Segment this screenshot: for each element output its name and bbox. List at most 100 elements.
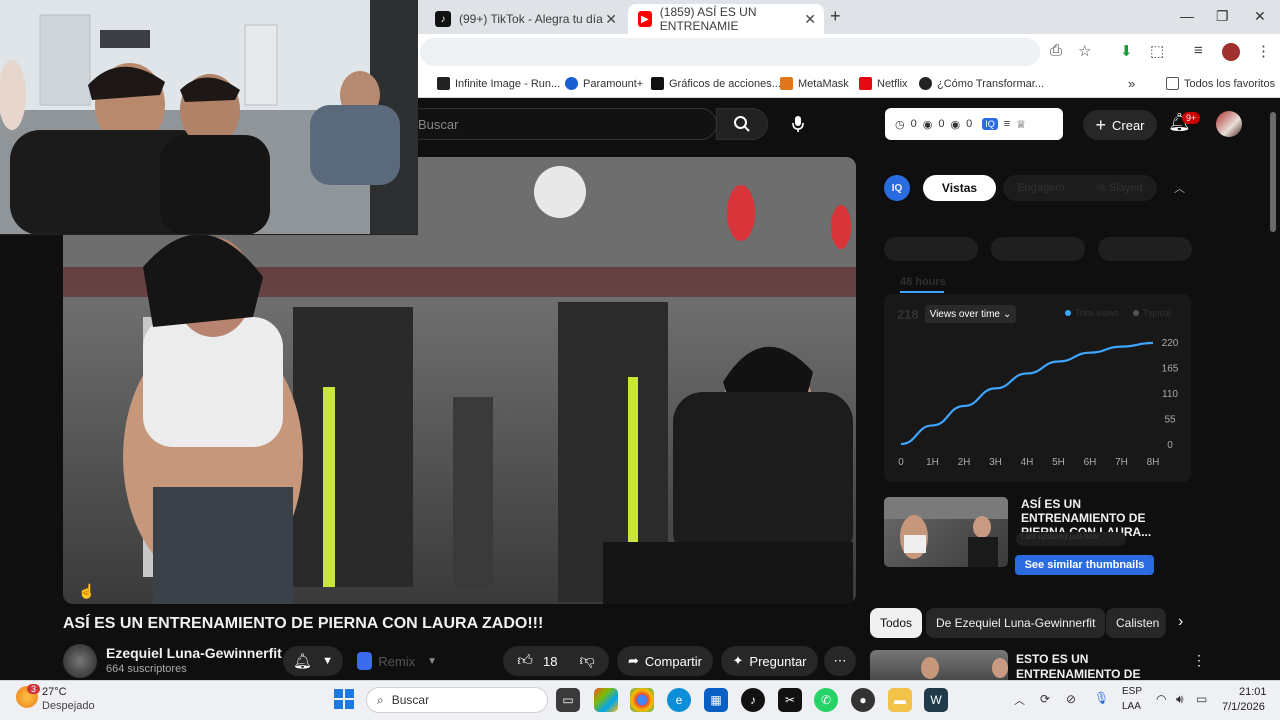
capcut-icon[interactable]: ✂ (778, 688, 802, 712)
voice-search-button[interactable] (782, 108, 814, 140)
list-icon[interactable]: ≡ (1004, 118, 1010, 130)
create-button[interactable]: + Crear (1083, 110, 1157, 140)
tiktok-app-icon[interactable]: ♪ (741, 688, 765, 712)
video-title: ASÍ ES UN ENTRENAMIENTO DE PIERNA CON LA… (63, 615, 544, 632)
x-tick-label: 7H (1115, 457, 1128, 468)
chevron-right-icon[interactable]: › (1178, 613, 1183, 631)
waves-app-icon[interactable]: W (924, 688, 948, 712)
cursor-icon: ☝ (78, 583, 96, 599)
weather-desc[interactable]: Despejado (42, 700, 95, 712)
tab-vistas[interactable]: Vistas (923, 175, 996, 201)
recommended-thumbnail[interactable] (870, 650, 1008, 680)
y-tick-label: 55 (1164, 415, 1176, 426)
close-tab-icon[interactable]: ✕ (605, 11, 617, 28)
similar-thumbnail[interactable] (884, 497, 1008, 567)
period-tab[interactable]: 48 hours (900, 276, 946, 288)
more-actions-button[interactable]: ⋯ (824, 646, 856, 676)
account-avatar[interactable] (1216, 111, 1242, 137)
collapse-chevron-icon[interactable]: ︿ (1174, 180, 1185, 196)
search-input[interactable]: Buscar (405, 108, 717, 140)
all-bookmarks-button[interactable]: Todos los favoritos (1166, 77, 1275, 90)
close-window-button[interactable]: ✕ (1254, 8, 1266, 25)
copilot-icon[interactable] (594, 688, 618, 712)
file-explorer-icon[interactable]: ▬ (888, 688, 912, 712)
more-bookmarks-button[interactable]: » (1128, 76, 1135, 91)
share-button[interactable]: ➦ Compartir (617, 646, 713, 676)
install-icon[interactable]: ⎙ (1050, 42, 1062, 59)
start-button[interactable] (334, 689, 354, 709)
address-bar[interactable] (420, 38, 1040, 66)
tab-slayed[interactable]: % Slayed (1096, 182, 1142, 194)
dislike-icon[interactable]: 👎︎ (579, 652, 594, 670)
new-tab-button[interactable]: + (830, 6, 841, 27)
channel-name[interactable]: Ezequiel Luna-Gewinnerfit (106, 645, 282, 661)
bookmark-item[interactable]: Paramount+ (565, 77, 643, 90)
chip-calistenia[interactable]: Calisten (1106, 608, 1166, 638)
chevron-down-icon: ▼ (427, 655, 437, 667)
clock-time[interactable]: 21:01 (1239, 686, 1267, 698)
chevron-up-icon[interactable]: ︿ (1014, 692, 1025, 708)
thumbnail-image (921, 657, 1008, 679)
recommended-menu-icon[interactable]: ⋮ (1192, 652, 1206, 669)
tab-engagement[interactable]: Engagem. (1017, 182, 1067, 194)
store-icon[interactable]: ▦ (704, 688, 728, 712)
similar-thumbnails-button[interactable]: See similar thumbnails (1015, 555, 1154, 575)
stats-extension-widget[interactable]: ◷ 0 ◉ 0 ◉ 0 IQ ≡ ♕ (885, 108, 1063, 140)
restore-button[interactable]: ❐ (1216, 8, 1229, 25)
bookmark-label: Netflix (877, 77, 908, 90)
bookmark-item[interactable]: MetaMask (780, 77, 849, 90)
bookmark-item[interactable]: Gráficos de acciones... (651, 77, 781, 90)
wifi-icon[interactable]: ◠ (1156, 692, 1166, 706)
chip-channel[interactable]: De Ezequiel Luna-Gewinnerfit (926, 608, 1106, 638)
language-primary[interactable]: ESP (1122, 686, 1142, 697)
profile-icon[interactable] (1222, 43, 1240, 61)
tab-tiktok[interactable]: ♪ (99+) TikTok - Alegra tu día ✕ (425, 4, 625, 34)
bookmark-label: ¿Cómo Transformar... (937, 77, 1044, 90)
battery-icon[interactable]: ▭ (1196, 692, 1207, 706)
ask-button[interactable]: ✦ Preguntar (721, 646, 818, 676)
x-tick-label: 3H (989, 457, 1002, 468)
reading-list-icon[interactable]: ≡ (1194, 42, 1203, 59)
bookmark-favicon (437, 77, 450, 90)
bookmark-item[interactable]: Netflix (859, 77, 908, 90)
plus-icon: + (1095, 114, 1106, 135)
like-icon[interactable]: 👍︎ (517, 652, 533, 670)
search-button[interactable] (716, 108, 768, 140)
taskbar-search[interactable]: ⌕ Buscar (366, 687, 548, 713)
remix-button[interactable]: Remix ▼ (351, 646, 437, 676)
volume-icon[interactable]: 🔊︎ (1176, 692, 1184, 707)
minimize-button[interactable]: — (1180, 8, 1194, 24)
webcam-frame (0, 0, 418, 234)
metric-pill (1098, 237, 1192, 261)
bookmark-star-icon[interactable]: ☆ (1078, 42, 1091, 60)
sync-icon[interactable]: ⟳ (1040, 692, 1050, 706)
chip-todos[interactable]: Todos (870, 608, 923, 638)
download-icon[interactable]: ⬇ (1120, 42, 1133, 60)
remix-label: Remix (378, 653, 416, 669)
bookmark-item[interactable]: ¿Cómo Transformar... (919, 77, 1044, 90)
menu-kebab-icon[interactable]: ⋮ (1256, 42, 1271, 60)
whatsapp-icon[interactable]: ✆ (814, 688, 838, 712)
microphone-icon[interactable]: 🎙︎ (1094, 691, 1109, 705)
bell-icon: 🔔︎ (293, 653, 313, 670)
network-off-icon[interactable]: ⊘ (1066, 692, 1076, 706)
ask-label: Preguntar (749, 653, 807, 669)
vidiq-icon[interactable]: IQ (982, 118, 998, 130)
edge-icon[interactable]: e (667, 688, 691, 712)
channel-avatar[interactable] (63, 644, 97, 678)
extensions-icon[interactable]: ⬚ (1150, 42, 1164, 60)
language-secondary[interactable]: LAA (1122, 701, 1141, 712)
obs-icon[interactable]: ● (851, 688, 875, 712)
trophy-icon[interactable]: ♕ (1016, 118, 1026, 131)
bookmark-item[interactable]: Infinite Image - Run... (437, 77, 560, 90)
close-tab-icon[interactable]: ✕ (804, 11, 816, 28)
tab-youtube[interactable]: ▶ (1859) ASÍ ES UN ENTRENAMIE ✕ (628, 4, 824, 34)
subscribe-bell-button[interactable]: 🔔︎ ▼ (283, 646, 343, 676)
clock-date[interactable]: 7/1/2026 (1222, 701, 1265, 713)
chrome-icon[interactable] (630, 688, 654, 712)
vidiq-logo-icon: IQ (884, 175, 910, 201)
task-view-icon[interactable]: ▭ (556, 688, 580, 712)
page-scrollbar[interactable] (1270, 112, 1276, 232)
weather-temp[interactable]: 27°C (42, 686, 67, 698)
x-tick-label: 2H (958, 457, 971, 468)
